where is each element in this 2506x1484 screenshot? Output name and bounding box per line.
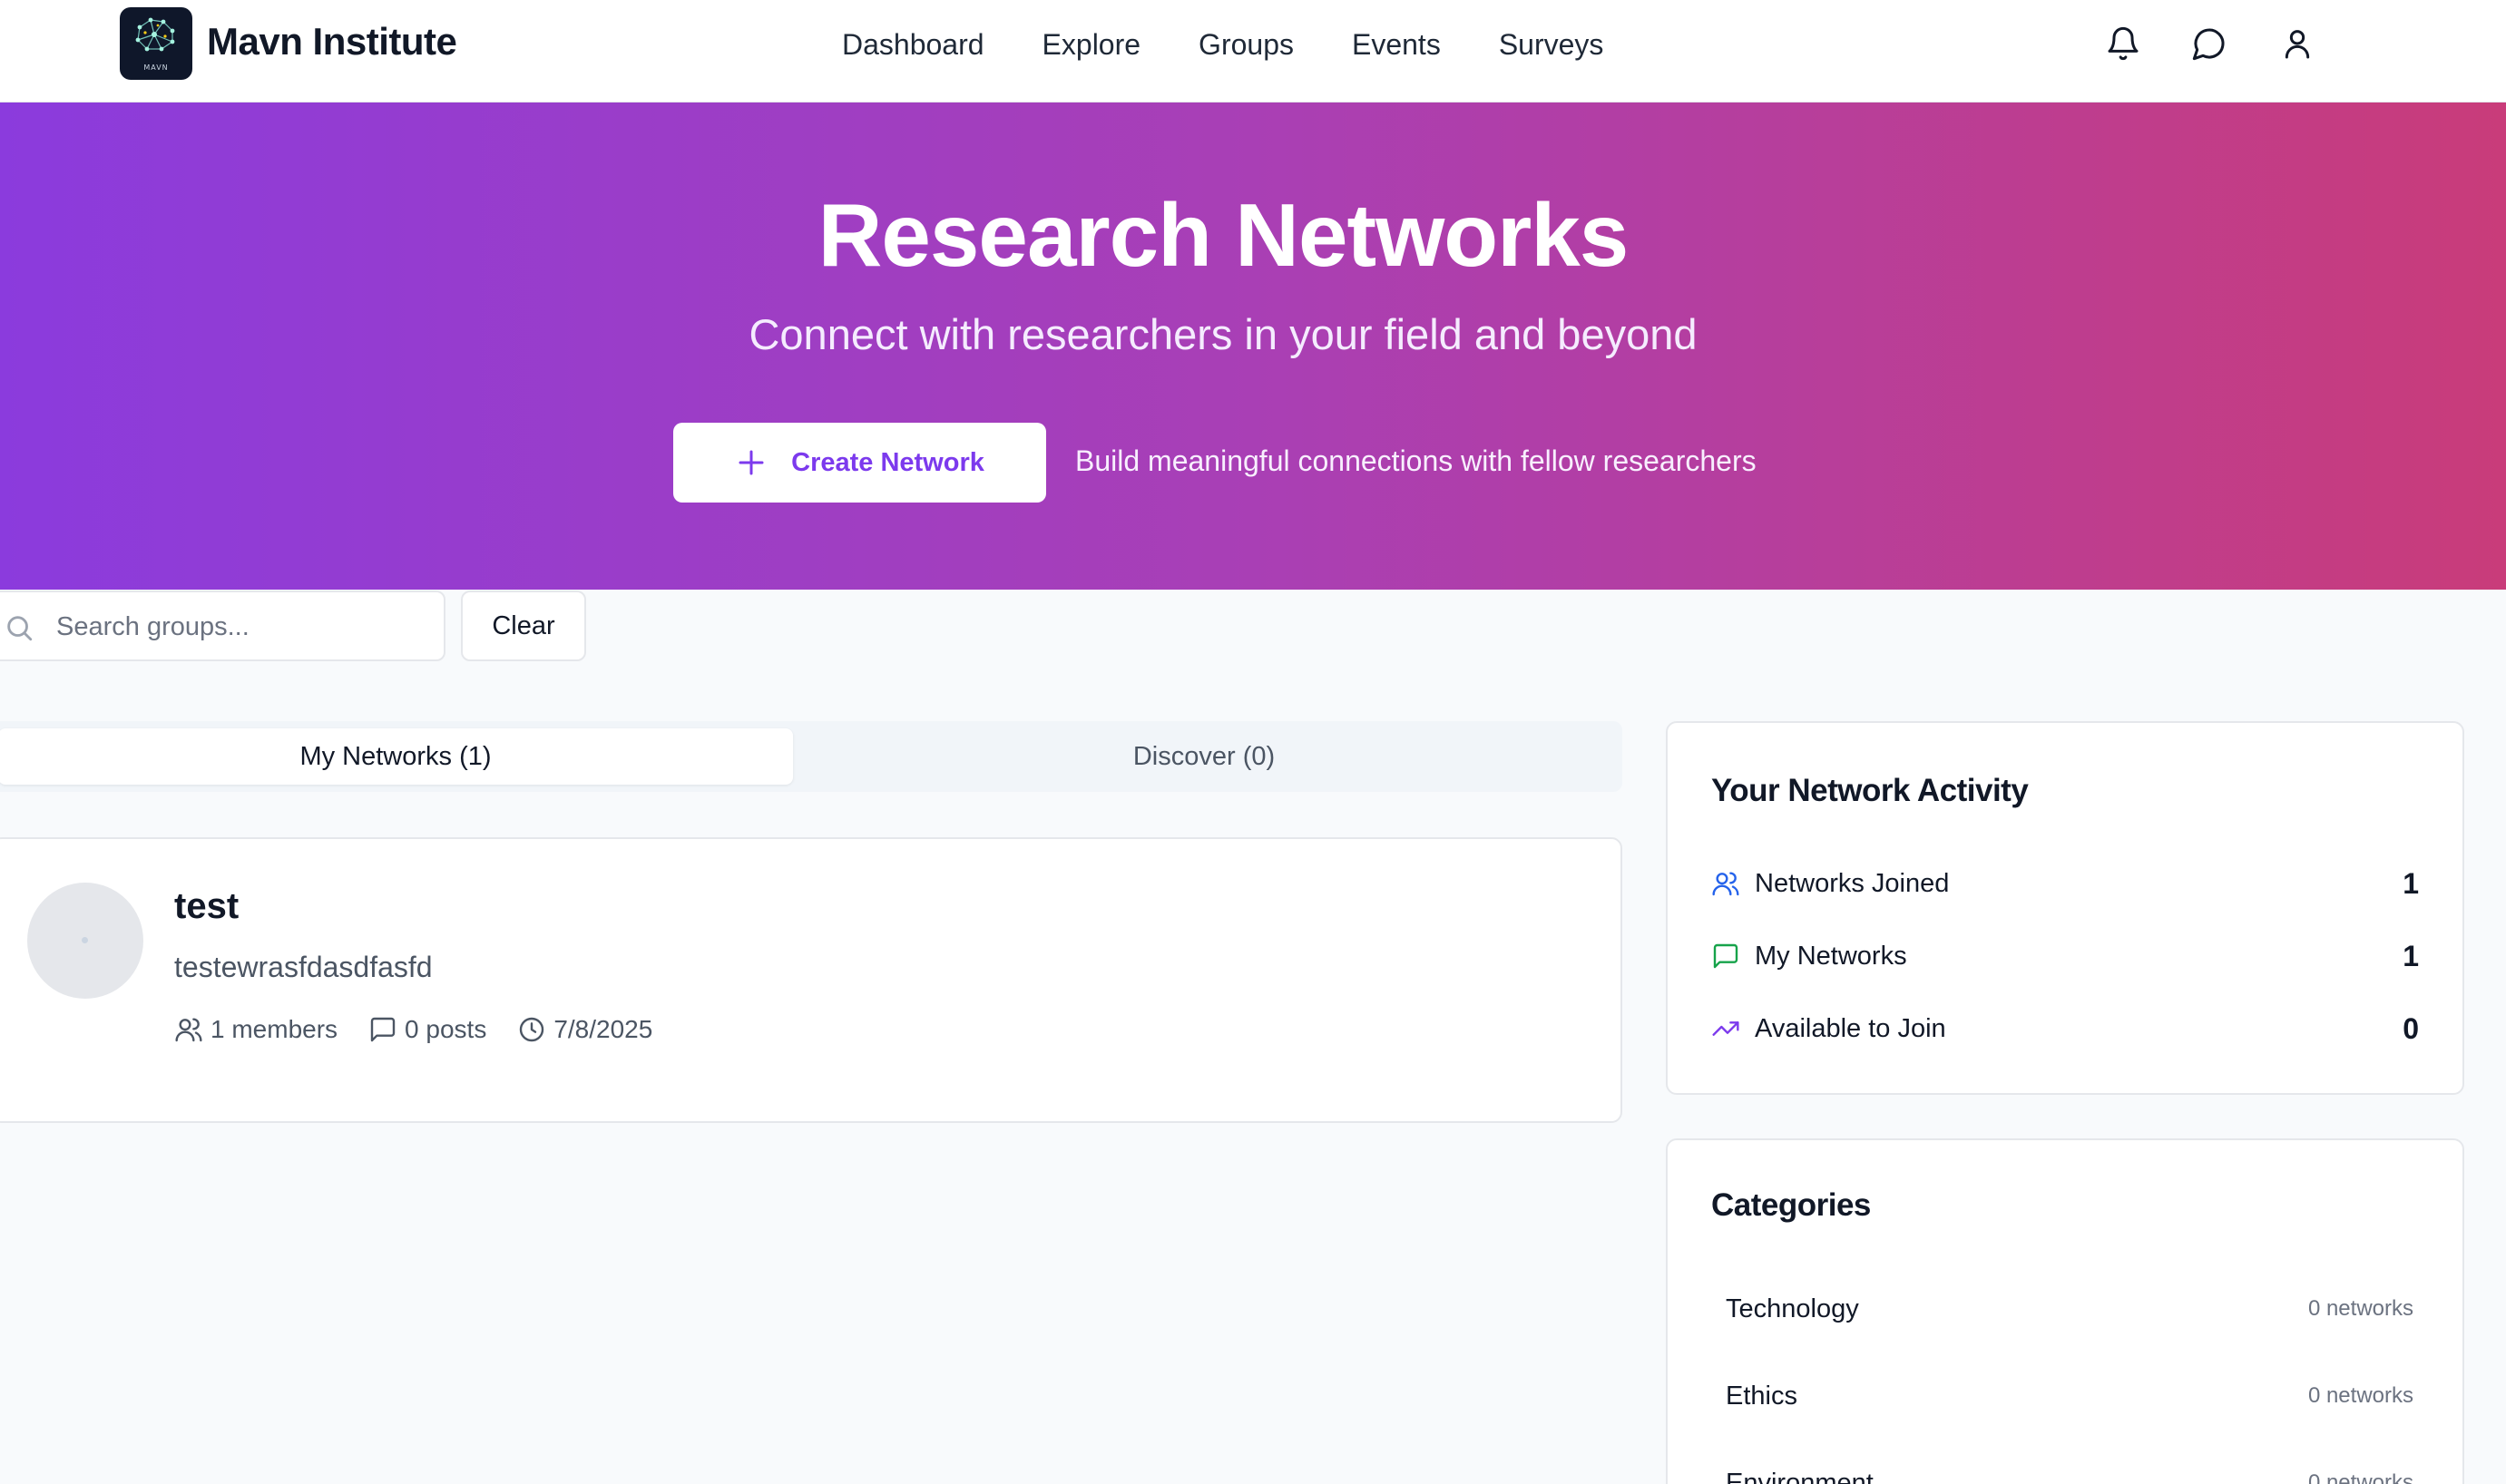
- members-label: 1 members: [210, 1015, 338, 1043]
- page-title: Research Networks: [817, 185, 1630, 285]
- hero-note: Build meaningful connections with fellow…: [1075, 444, 1757, 477]
- category-count: 0 networks: [2307, 1296, 2413, 1321]
- search-input[interactable]: [56, 605, 428, 649]
- category-item-ethics[interactable]: Ethics 0 networks: [1726, 1372, 2413, 1420]
- clock-icon: [520, 1017, 544, 1042]
- category-name: Ethics: [1726, 1381, 1797, 1411]
- main-nav: Dashboard Explore Groups Events Surveys: [842, 24, 1603, 65]
- category-count: 0 networks: [2307, 1383, 2413, 1408]
- activity-row-joined: Networks Joined 1: [1711, 861, 2419, 906]
- user-icon[interactable]: [2279, 25, 2315, 62]
- network-tabs: My Networks (1) Discover (0): [0, 721, 1622, 792]
- category-name: Environment: [1726, 1468, 1874, 1484]
- category-item-environment[interactable]: Environment 0 networks: [1726, 1460, 2413, 1484]
- activity-value: 1: [2403, 939, 2419, 972]
- posts-label: 0 posts: [405, 1015, 487, 1043]
- network-name[interactable]: test: [174, 886, 239, 927]
- users-icon: [175, 1018, 202, 1042]
- plus-icon: [739, 450, 764, 475]
- activity-label: My Networks: [1755, 941, 1907, 971]
- categories-title: Categories: [1711, 1187, 1871, 1223]
- nav-explore[interactable]: Explore: [1043, 24, 1141, 65]
- nav-surveys[interactable]: Surveys: [1499, 24, 1604, 65]
- activity-label: Available to Join: [1755, 1013, 1946, 1043]
- activity-value: 0: [2403, 1011, 2419, 1045]
- category-item-technology[interactable]: Technology 0 networks: [1726, 1285, 2413, 1333]
- create-network-button[interactable]: Create Network: [673, 423, 1046, 503]
- message-square-icon: [1713, 943, 1738, 969]
- posts-count: 0 posts: [368, 1015, 486, 1044]
- svg-text:MAVN: MAVN: [143, 63, 168, 72]
- tab-my-networks[interactable]: My Networks (1): [0, 728, 793, 785]
- nav-groups[interactable]: Groups: [1199, 24, 1294, 65]
- category-count: 0 networks: [2307, 1470, 2413, 1484]
- users-icon: [1712, 872, 1739, 896]
- nav-dashboard[interactable]: Dashboard: [842, 24, 984, 65]
- clear-button[interactable]: Clear: [461, 591, 586, 661]
- categories-panel: Categories Technology 0 networks Ethics …: [1666, 1138, 2464, 1484]
- activity-row-my-networks: My Networks 1: [1711, 933, 2419, 979]
- activity-label: Networks Joined: [1755, 868, 1950, 898]
- nav-events[interactable]: Events: [1352, 24, 1441, 65]
- message-circle-icon[interactable]: [2191, 25, 2227, 62]
- top-header: MAVN Mavn Institute Dashboard Explore Gr…: [0, 0, 2506, 103]
- brand-name[interactable]: Mavn Institute: [207, 20, 457, 63]
- activity-title: Your Network Activity: [1711, 773, 2029, 808]
- tab-discover[interactable]: Discover (0): [793, 728, 1615, 785]
- search-icon: [7, 616, 33, 641]
- network-meta: 1 members 0 posts 7/8/2025: [174, 1015, 652, 1044]
- network-card[interactable]: test testewrasfdasdfasfd 1 members 0 pos…: [0, 837, 1622, 1123]
- category-name: Technology: [1726, 1294, 1859, 1323]
- create-network-label: Create Network: [791, 447, 984, 477]
- hero-banner: Research Networks Connect with researche…: [0, 103, 2506, 590]
- bell-icon[interactable]: [2105, 25, 2141, 62]
- activity-value: 1: [2403, 866, 2419, 900]
- page-subtitle: Connect with researchers in your field a…: [749, 310, 1698, 358]
- date-label: 7/8/2025: [553, 1015, 653, 1043]
- trending-up-icon: [1712, 1021, 1739, 1036]
- created-date: 7/8/2025: [517, 1015, 652, 1044]
- members-count: 1 members: [174, 1015, 338, 1044]
- message-square-icon: [370, 1017, 396, 1042]
- search-box: [0, 591, 445, 661]
- mavn-logo[interactable]: MAVN: [120, 7, 192, 80]
- brain-network-icon: MAVN: [135, 17, 175, 72]
- network-description: testewrasfdasdfasfd: [174, 951, 433, 983]
- activity-row-available: Available to Join 0: [1711, 1006, 2419, 1051]
- network-avatar: [27, 883, 143, 999]
- network-activity-panel: Your Network Activity Networks Joined 1 …: [1666, 721, 2464, 1095]
